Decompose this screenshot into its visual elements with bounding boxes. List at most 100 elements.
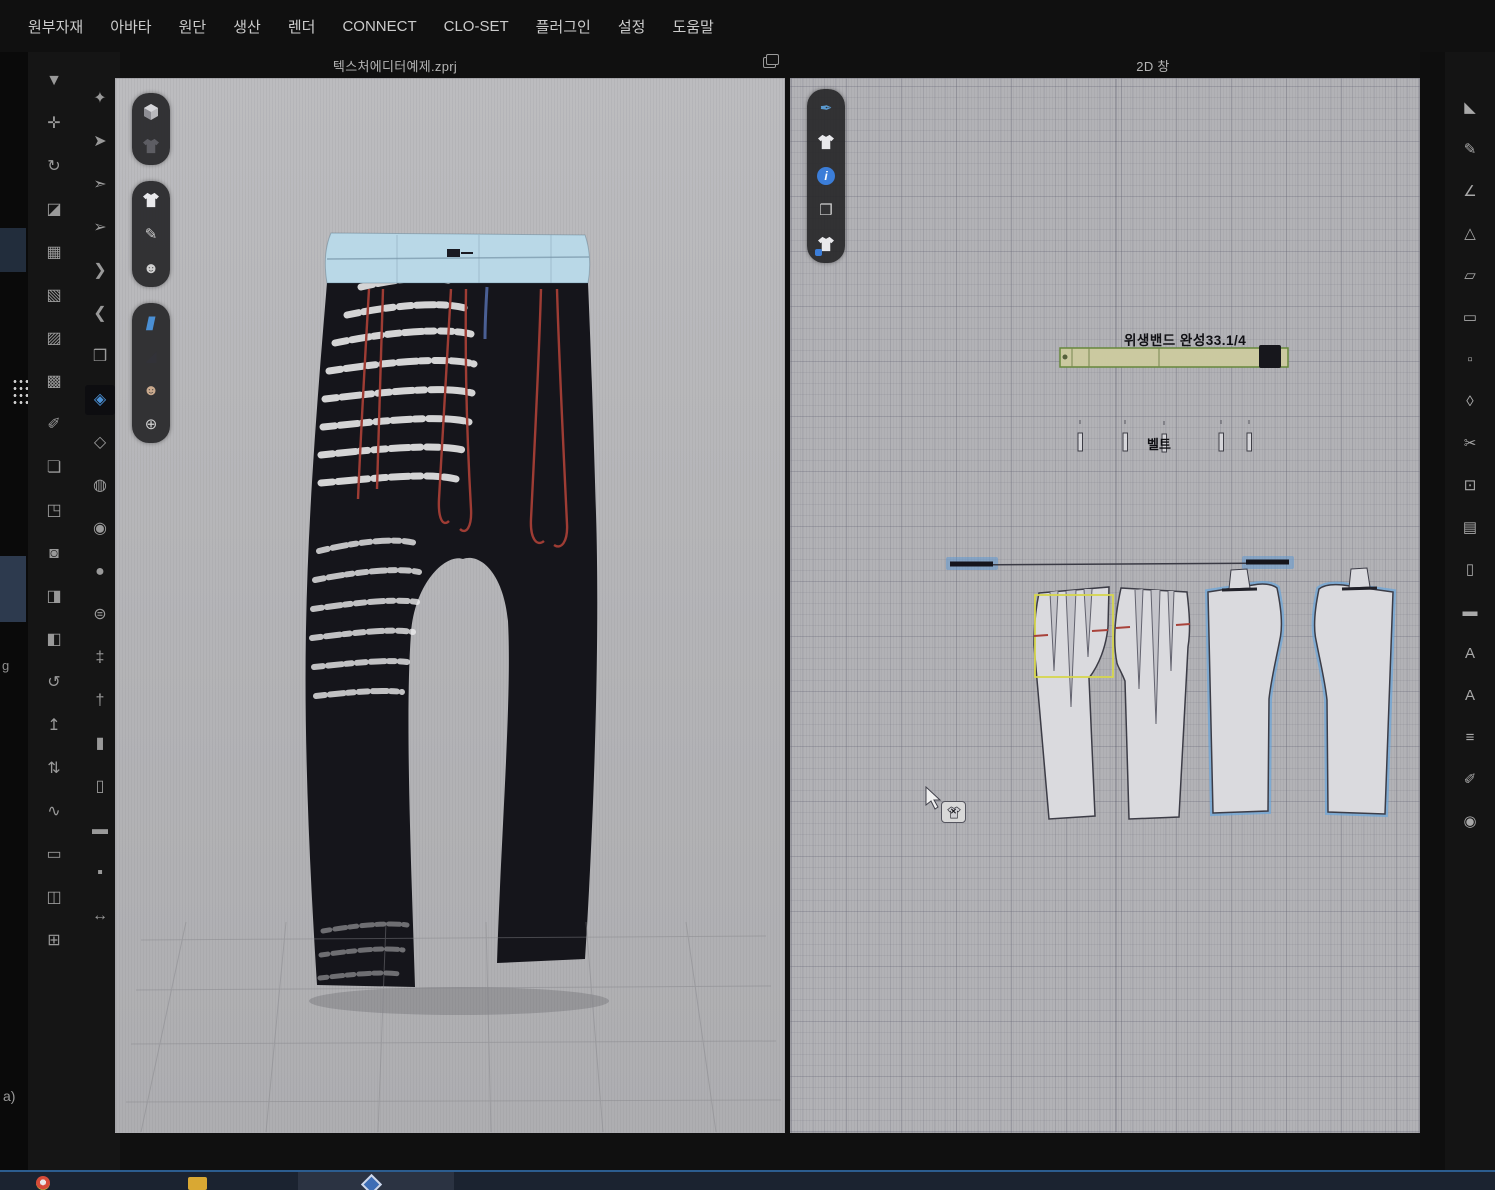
polygon-icon[interactable]: ▱ xyxy=(1455,260,1485,290)
sew-free-icon[interactable]: ▨ xyxy=(39,324,69,354)
view2d-viewport[interactable]: ✒ i ❒ 위생밴드 완성33.1/4 xyxy=(790,78,1420,1133)
fabric-bundle-icon[interactable]: ❒ xyxy=(85,342,115,372)
rotate-tool-icon[interactable]: ↻ xyxy=(39,152,69,182)
rectangle-icon[interactable]: ▭ xyxy=(1455,302,1485,332)
pin-box-icon[interactable]: ❏ xyxy=(39,453,69,483)
sew-machine-icon[interactable]: ▦ xyxy=(39,238,69,268)
menu-item[interactable]: 원단 xyxy=(179,16,207,37)
ruler-vertical-icon[interactable]: ▯ xyxy=(1455,554,1485,584)
pattern-canvas[interactable]: 위생밴드 완성33.1/4 벨트 xyxy=(791,79,1419,1132)
text-style-icon[interactable]: A xyxy=(1455,680,1485,710)
brush-pin-icon[interactable]: ✎ xyxy=(138,222,164,246)
texture-shirt-active-icon[interactable]: ◈ xyxy=(85,385,115,415)
button-lock-icon[interactable]: ⊜ xyxy=(85,600,115,630)
ruler-horizontal-icon[interactable]: ▬ xyxy=(1455,596,1485,626)
pattern-avatar-icon[interactable]: ◉ xyxy=(1455,806,1485,836)
globe-icon[interactable]: ⊕ xyxy=(138,412,164,436)
menu-item[interactable]: 생산 xyxy=(233,16,261,37)
fabric-roll2-icon[interactable]: ▯ xyxy=(85,772,115,802)
view2d-window-title: 2D 창 xyxy=(1136,56,1169,75)
trace-icon[interactable]: ⊡ xyxy=(1455,470,1485,500)
active-app-tile[interactable] xyxy=(298,1172,454,1190)
view-cube-icon[interactable] xyxy=(138,100,164,124)
show-avatar-icon[interactable]: ☻ xyxy=(138,256,164,280)
add-point-icon[interactable]: △ xyxy=(1455,218,1485,248)
garment-measure2-icon[interactable]: ⊞ xyxy=(39,926,69,956)
garment-measure-icon[interactable]: ◫ xyxy=(39,883,69,913)
move-tool-icon[interactable]: ✛ xyxy=(39,109,69,139)
pattern-draw-icon[interactable]: ✐ xyxy=(1455,764,1485,794)
transform-pattern-icon[interactable]: ◣ xyxy=(1455,92,1485,122)
zipper2-icon[interactable]: † xyxy=(85,686,115,716)
menu-item[interactable]: 원부자재 xyxy=(28,16,83,37)
tack-pin3-icon[interactable]: ➢ xyxy=(85,213,115,243)
menu-item[interactable]: 렌더 xyxy=(288,16,316,37)
drape-garment-icon[interactable]: ◪ xyxy=(39,195,69,225)
fabric-roll4-icon[interactable]: ▪ xyxy=(85,858,115,888)
screen-edge-strip: g a) xyxy=(0,52,28,1172)
tack-pin2-icon[interactable]: ➣ xyxy=(85,170,115,200)
dart-icon[interactable]: ◊ xyxy=(1455,386,1485,416)
menu-item[interactable]: 플러그인 xyxy=(536,16,591,37)
render-cone-icon[interactable]: ◢ xyxy=(138,344,164,368)
pattern-piece-back-right[interactable] xyxy=(1315,568,1393,814)
seam-allowance-icon[interactable]: ▤ xyxy=(1455,512,1485,542)
avatar-bust-icon[interactable]: ☻ xyxy=(138,378,164,402)
folder-icon[interactable] xyxy=(188,1177,207,1190)
simulate-icon[interactable]: ▼ xyxy=(39,66,69,96)
pin-tool-icon[interactable]: ✐ xyxy=(39,410,69,440)
lift-garment-icon[interactable]: ↥ xyxy=(39,711,69,741)
tack-pin1-icon[interactable]: ➤ xyxy=(85,127,115,157)
avatar-run-icon[interactable]: ✦ xyxy=(85,84,115,114)
pattern-piece-front-left[interactable] xyxy=(1034,587,1113,819)
wrap-cylinder-icon[interactable]: ◧ xyxy=(39,625,69,655)
show-garment-2d-icon[interactable] xyxy=(813,130,839,154)
mesh-garment-icon[interactable] xyxy=(138,134,164,158)
selected-internal-line[interactable] xyxy=(946,556,1294,570)
pattern-pieces-belt-loops[interactable]: 벨트 xyxy=(1078,420,1252,452)
fabric-roll1-icon[interactable]: ▮ xyxy=(85,729,115,759)
lock-pattern-icon[interactable] xyxy=(813,232,839,256)
tape-measure-icon[interactable]: ▭ xyxy=(39,840,69,870)
browser-icon[interactable] xyxy=(36,1176,50,1190)
pattern-piece-front-right[interactable] xyxy=(1115,588,1190,819)
menu-item[interactable]: CONNECT xyxy=(342,18,416,35)
spread-tool-icon[interactable]: ↔ xyxy=(85,901,115,931)
menu-item[interactable]: CLO-SET xyxy=(444,18,509,35)
pattern-piece-back-left[interactable] xyxy=(1208,569,1281,813)
fold-arrange-icon[interactable]: ◳ xyxy=(39,496,69,526)
fit-avatar-icon[interactable]: ▩ xyxy=(39,367,69,397)
jacket-icon[interactable]: ◙ xyxy=(39,539,69,569)
edit-pattern-icon[interactable]: ✎ xyxy=(1455,134,1485,164)
clone-garment-icon[interactable]: ◨ xyxy=(39,582,69,612)
sew-segment-icon[interactable]: ▧ xyxy=(39,281,69,311)
menu-item[interactable]: 아바타 xyxy=(110,16,151,37)
show-garment-icon[interactable] xyxy=(138,188,164,212)
reset-drape-icon[interactable]: ↺ xyxy=(39,668,69,698)
globe-small-icon[interactable]: ◍ xyxy=(85,471,115,501)
view3d-viewport[interactable]: ✎ ☻ ▮ ◢ ☻ ⊕ xyxy=(115,78,785,1133)
detach-window-icon[interactable] xyxy=(763,57,776,68)
tack-pin4-icon[interactable]: ❯ xyxy=(85,256,115,286)
button-icon[interactable]: ◉ xyxy=(85,514,115,544)
button-large-icon[interactable]: ● xyxy=(85,557,115,587)
text-tool-icon[interactable]: A xyxy=(1455,638,1485,668)
zipper-icon[interactable]: ‡ xyxy=(85,643,115,673)
pattern-elevate-icon[interactable]: ⇅ xyxy=(39,754,69,784)
pleat-icon[interactable]: ≡ xyxy=(1455,722,1485,752)
waistband-end-block xyxy=(1259,345,1281,368)
menu-item[interactable]: 설정 xyxy=(618,16,646,37)
pattern-info-icon[interactable]: i xyxy=(813,164,839,188)
needle-tool-icon[interactable]: ✒ xyxy=(813,96,839,120)
tack-pin5-icon[interactable]: ❮ xyxy=(85,299,115,329)
texture-roll-icon[interactable]: ▮ xyxy=(135,310,166,334)
dashed-rect-icon[interactable]: ▫ xyxy=(1455,344,1485,374)
fabric-info-icon[interactable]: ❒ xyxy=(813,198,839,222)
tape-curve-icon[interactable]: ∿ xyxy=(39,797,69,827)
pattern-piece-waistband[interactable]: 위생밴드 완성33.1/4 xyxy=(1060,333,1288,368)
fabric-roll3-icon[interactable]: ▬ xyxy=(85,815,115,845)
menu-item[interactable]: 도움말 xyxy=(672,16,713,37)
scissors-icon[interactable]: ✂ xyxy=(1455,428,1485,458)
texture-shirt-icon[interactable]: ◇ xyxy=(85,428,115,458)
edit-curve-icon[interactable]: ∠ xyxy=(1455,176,1485,206)
